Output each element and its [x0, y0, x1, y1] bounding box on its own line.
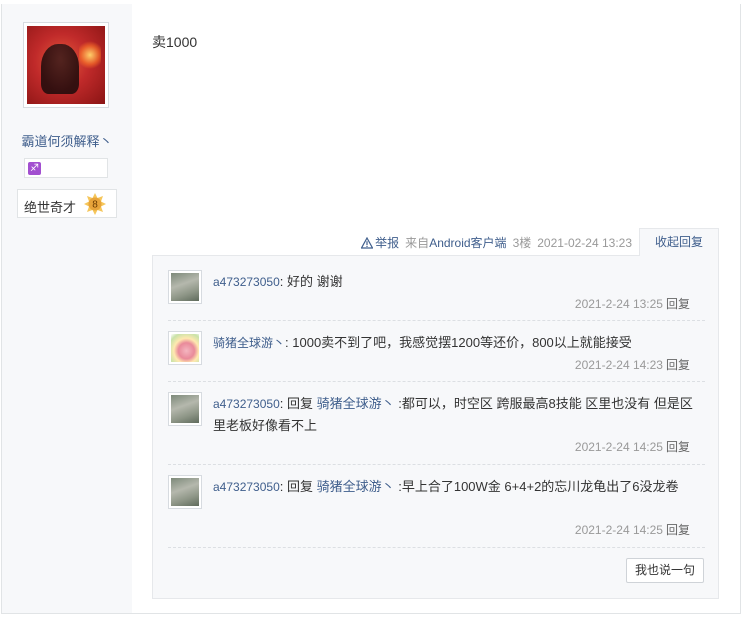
- reply-avatar[interactable]: [168, 392, 202, 426]
- reply-time: 2021-2-24 13:25: [574, 297, 663, 311]
- level-name: 绝世奇才: [24, 200, 77, 215]
- reply-avatar[interactable]: [168, 270, 202, 304]
- reply-avatar[interactable]: [168, 331, 202, 365]
- reply-line: a473273050: 回复 骑猪全球游丶 :都可以，时空区 跨服最高8技能 区…: [213, 393, 703, 437]
- reply-area: a473273050: 好的 谢谢 2021-2-24 13:25 回复 骑猪全球…: [152, 256, 719, 599]
- reply-username[interactable]: a473273050: [213, 397, 280, 411]
- author-avatar[interactable]: [23, 22, 109, 108]
- collapse-replies-button[interactable]: 收起回复: [639, 228, 719, 256]
- report-label: 举报: [375, 236, 400, 250]
- reply-time: 2021-2-24 14:23: [574, 358, 663, 372]
- reply-target-user[interactable]: 骑猪全球游丶: [317, 479, 395, 494]
- avatar-image: [171, 395, 199, 423]
- reply-item: a473273050: 回复 骑猪全球游丶 :早上合了100W金 6+4+2的忘…: [168, 475, 705, 539]
- reply-item: a473273050: 回复 骑猪全球游丶 :都可以，时空区 跨服最高8技能 区…: [168, 392, 705, 456]
- reply-line: 骑猪全球游丶: 1000卖不到了吧，我感觉摆1200等还价，800以上就能接受: [213, 332, 703, 354]
- reply-avatar[interactable]: [168, 475, 202, 509]
- reply-item: 骑猪全球游丶: 1000卖不到了吧，我感觉摆1200等还价，800以上就能接受 …: [168, 331, 705, 373]
- reply-button[interactable]: 回复: [666, 440, 690, 454]
- reply-divider: [168, 381, 705, 382]
- level-number: 8: [92, 200, 98, 211]
- reply-text: 好的 谢谢: [283, 274, 343, 289]
- zodiac-badge[interactable]: ♐: [24, 158, 108, 178]
- reply-button[interactable]: 回复: [666, 358, 690, 372]
- reply-line: a473273050: 好的 谢谢: [213, 271, 703, 293]
- reply-button[interactable]: 回复: [666, 297, 690, 311]
- author-username[interactable]: 霸道何须解释丶: [0, 131, 134, 150]
- source-prefix: 来自: [405, 236, 430, 250]
- avatar-image: [27, 26, 105, 104]
- avatar-image: [171, 273, 199, 301]
- reply-meta: 2021-2-24 14:25 回复: [575, 521, 690, 538]
- say-something-button[interactable]: 我也说一句: [626, 558, 704, 583]
- warning-icon: [361, 236, 374, 249]
- reply-username[interactable]: a473273050: [213, 275, 280, 289]
- avatar-figure: [41, 44, 79, 94]
- reply-username[interactable]: 骑猪全球游丶: [213, 336, 285, 350]
- reply-username[interactable]: a473273050: [213, 480, 280, 494]
- floor-number: 3楼: [512, 236, 532, 250]
- reply-divider: [168, 547, 705, 548]
- reply-meta: 2021-2-24 13:25 回复: [575, 295, 690, 312]
- report-link[interactable]: 举报: [361, 234, 399, 251]
- reply-text: 1000卖不到了吧，我感觉摆1200等还价，800以上就能接受: [288, 335, 632, 350]
- member-level-badge[interactable]: 绝世奇才 8: [17, 189, 117, 218]
- avatar-image: [171, 334, 199, 362]
- reply-target-user[interactable]: 骑猪全球游丶: [317, 396, 395, 411]
- reply-meta: 2021-2-24 14:23 回复: [575, 356, 690, 373]
- post-tail: 举报 来自Android客户端 3楼 2021-02-24 13:23: [361, 234, 632, 251]
- reply-divider: [168, 464, 705, 465]
- reply-prefix: 回复: [283, 479, 317, 494]
- reply-line: a473273050: 回复 骑猪全球游丶 :早上合了100W金 6+4+2的忘…: [213, 476, 703, 498]
- avatar-glow: [79, 40, 101, 70]
- level-star-icon: 8: [84, 193, 106, 215]
- source-link[interactable]: Android客户端: [429, 236, 506, 250]
- avatar-image: [171, 478, 199, 506]
- sagittarius-icon: ♐: [28, 162, 41, 175]
- reply-item: a473273050: 好的 谢谢 2021-2-24 13:25 回复: [168, 270, 705, 312]
- reply-text: :早上合了100W金 6+4+2的忘川龙龟出了6没龙卷: [394, 479, 679, 494]
- reply-time: 2021-2-24 14:25: [574, 523, 663, 537]
- post-content: 卖1000: [152, 34, 198, 50]
- reply-time: 2021-2-24 14:25: [574, 440, 663, 454]
- reply-meta: 2021-2-24 14:25 回复: [575, 438, 690, 455]
- source-text: 来自Android客户端: [405, 234, 506, 251]
- reply-prefix: 回复: [283, 396, 317, 411]
- post-timestamp: 2021-02-24 13:23: [537, 235, 632, 250]
- reply-divider: [168, 320, 705, 321]
- reply-button[interactable]: 回复: [666, 523, 690, 537]
